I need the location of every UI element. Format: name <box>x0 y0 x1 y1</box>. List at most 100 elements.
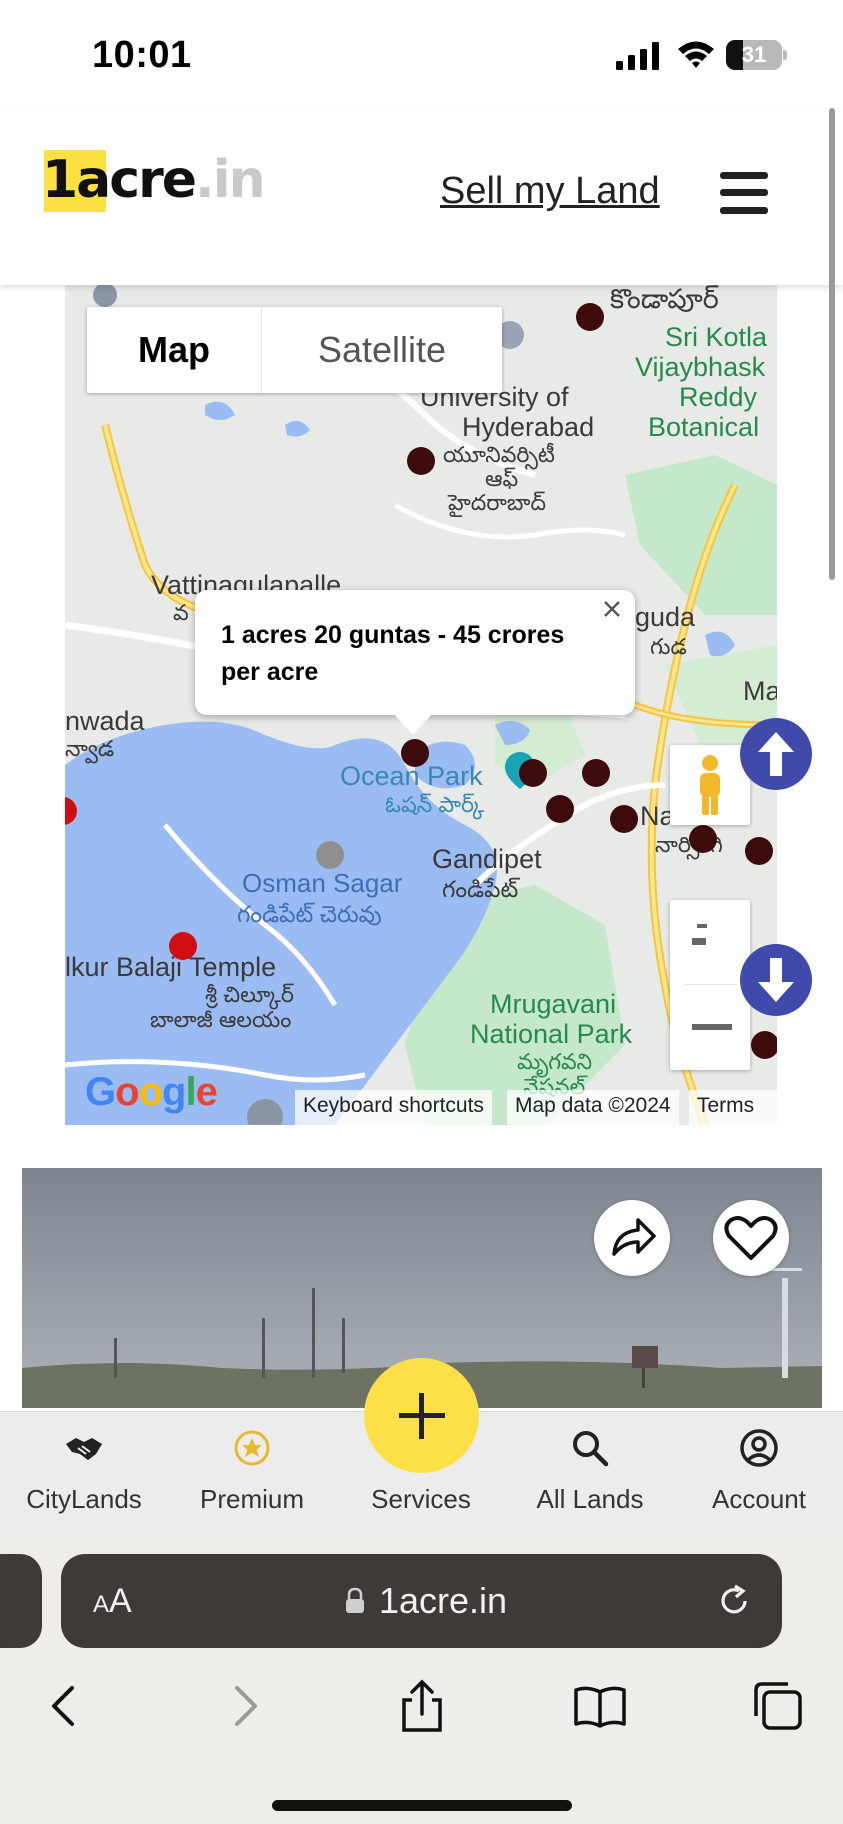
google-logo: Google <box>85 1070 218 1114</box>
account-icon <box>740 1429 778 1467</box>
lock-icon <box>346 1587 364 1613</box>
hamburger-menu-icon[interactable] <box>720 172 768 214</box>
cellular-signal-icon <box>616 42 659 70</box>
map-type-satellite-button[interactable]: Satellite <box>262 307 502 393</box>
map-label-university-te-2: ఆఫ్ <box>485 466 519 491</box>
page: 10:01 31 1acre.in Sell my Land కొండాపూర్… <box>0 0 843 1824</box>
share-icon <box>612 1218 656 1256</box>
nav-citylands[interactable]: CityLands <box>0 1412 168 1539</box>
map-label-national-park: National Park <box>470 1019 633 1049</box>
page-scrollbar[interactable] <box>829 108 835 580</box>
zoom-control <box>670 900 750 1070</box>
zoom-out-button[interactable] <box>670 986 750 1070</box>
nav-premium[interactable]: Premium <box>168 1412 336 1539</box>
favorite-button[interactable] <box>713 1200 789 1276</box>
nav-label-services: Services <box>371 1484 471 1514</box>
heart-icon <box>724 1216 778 1260</box>
sell-my-land-link[interactable]: Sell my Land <box>440 170 660 213</box>
map-label-vijaybhask: Vijaybhask <box>635 352 766 382</box>
forward-icon[interactable] <box>217 1678 273 1734</box>
back-icon[interactable] <box>36 1678 92 1734</box>
bookmarks-icon[interactable] <box>572 1678 628 1734</box>
land-marker[interactable] <box>401 739 429 767</box>
map-type-map-button[interactable]: Map <box>87 307 262 393</box>
url-text: 1acre.in <box>379 1580 508 1621</box>
nav-label-premium: Premium <box>199 1484 304 1514</box>
home-indicator <box>272 1800 572 1811</box>
map-label-balaji-temple: lkur Balaji Temple <box>65 952 277 982</box>
battery-icon: 31 <box>726 40 787 70</box>
map-label-balaji-te-1: శ్రీ చిల్కూర్ <box>205 982 294 1007</box>
map-label-sri-kotla: Sri Kotla <box>665 322 768 352</box>
map-label-university-te-3: హైదరాబాద్ <box>448 490 546 515</box>
land-marker[interactable] <box>519 759 547 787</box>
zoom-out-icon <box>692 1024 732 1030</box>
handshake-icon <box>66 1438 102 1460</box>
map-label-ocean-park-te: ఓషన్ పార్క్ <box>385 792 485 817</box>
arrow-up-icon <box>758 732 794 776</box>
info-window-text: 1 acres 20 guntas - 45 crores per acre <box>221 621 565 686</box>
land-marker[interactable] <box>576 303 604 331</box>
share-sheet-icon[interactable] <box>394 1678 450 1734</box>
land-marker[interactable] <box>751 1031 777 1059</box>
map-label-vattinagulapalle-te: వ <box>173 600 189 625</box>
nav-label-account: Account <box>712 1484 806 1514</box>
nav-label-citylands: CityLands <box>26 1484 142 1514</box>
tabs-icon[interactable] <box>750 1678 806 1734</box>
scroll-down-button[interactable] <box>740 944 812 1016</box>
status-time: 10:01 <box>92 34 192 76</box>
browser-toolbar: AAAA 1acre.in <box>0 1538 843 1824</box>
map-label-botanical: Botanical <box>648 412 760 442</box>
map-label-reddy: Reddy <box>679 382 758 412</box>
plus-icon <box>399 1393 445 1439</box>
nav-account[interactable]: Account <box>675 1412 843 1539</box>
land-marker-highlight[interactable] <box>169 932 197 960</box>
site-logo[interactable]: 1acre.in <box>42 150 266 212</box>
map-label-mrugavani-te-1: మృగవని <box>517 1049 593 1074</box>
zoom-in-icon <box>692 924 707 945</box>
pegman-icon <box>700 755 720 815</box>
star-icon <box>234 1430 270 1466</box>
map-label-university-te-1: యూనివర్సిటీ <box>443 442 555 467</box>
map-label-khanapur-te: న్వాడ <box>65 736 115 761</box>
reload-icon[interactable] <box>715 1582 753 1620</box>
map-label-gandipet: Gandipet <box>432 844 542 874</box>
close-icon[interactable] <box>599 596 625 622</box>
wifi-icon <box>678 41 714 68</box>
logo-tld-text: .in <box>195 150 266 210</box>
services-button[interactable] <box>364 1358 479 1473</box>
arrow-down-icon <box>758 958 794 1002</box>
map-label-khanapur: nwada <box>65 706 145 736</box>
land-marker[interactable] <box>582 759 610 787</box>
share-button[interactable] <box>594 1200 670 1276</box>
info-window: 1 acres 20 guntas - 45 crores per acre <box>195 590 635 735</box>
map-label-nanakramguda-te: గుడ <box>650 634 687 659</box>
map-view[interactable]: కొండాపూర్ Sri Kotla Vijaybhask Reddy Bot… <box>65 285 777 1125</box>
terms-link[interactable]: Terms <box>689 1090 777 1125</box>
land-marker[interactable] <box>546 795 574 823</box>
status-bar: 10:01 31 <box>0 0 843 110</box>
land-marker[interactable] <box>407 447 435 475</box>
map-label-hyderabad: Hyderabad <box>462 412 595 442</box>
map-label-balaji-te-2: బాలాజీ ఆలయం <box>150 1007 292 1032</box>
map-label-manikonda: Ma <box>743 676 777 706</box>
text-size-button[interactable]: AAAA <box>93 1582 132 1621</box>
land-marker[interactable] <box>745 837 773 865</box>
zoom-in-button[interactable] <box>670 900 750 984</box>
map-label-osman-sagar-te: గండిపేట్ చెరువు <box>237 901 382 927</box>
nav-all-lands[interactable]: All Lands <box>506 1412 674 1539</box>
previous-tab-preview[interactable] <box>0 1554 42 1648</box>
map-label-nanakramguda: guda <box>635 602 696 632</box>
nav-label-all-lands: All Lands <box>536 1484 644 1514</box>
address-bar[interactable]: AAAA 1acre.in <box>61 1554 782 1648</box>
street-view-pegman[interactable] <box>670 745 750 825</box>
site-header: 1acre.in Sell my Land <box>0 110 843 285</box>
map-label-kondapur: కొండాపూర్ <box>610 285 719 314</box>
land-marker[interactable] <box>689 825 717 853</box>
map-label-osman-sagar: Osman Sagar <box>242 868 403 898</box>
land-marker[interactable] <box>610 805 638 833</box>
map-data-attribution: Map data ©2024 <box>507 1090 679 1125</box>
search-icon <box>573 1431 609 1467</box>
scroll-up-button[interactable] <box>740 718 812 790</box>
keyboard-shortcuts-link[interactable]: Keyboard shortcuts <box>295 1090 492 1125</box>
